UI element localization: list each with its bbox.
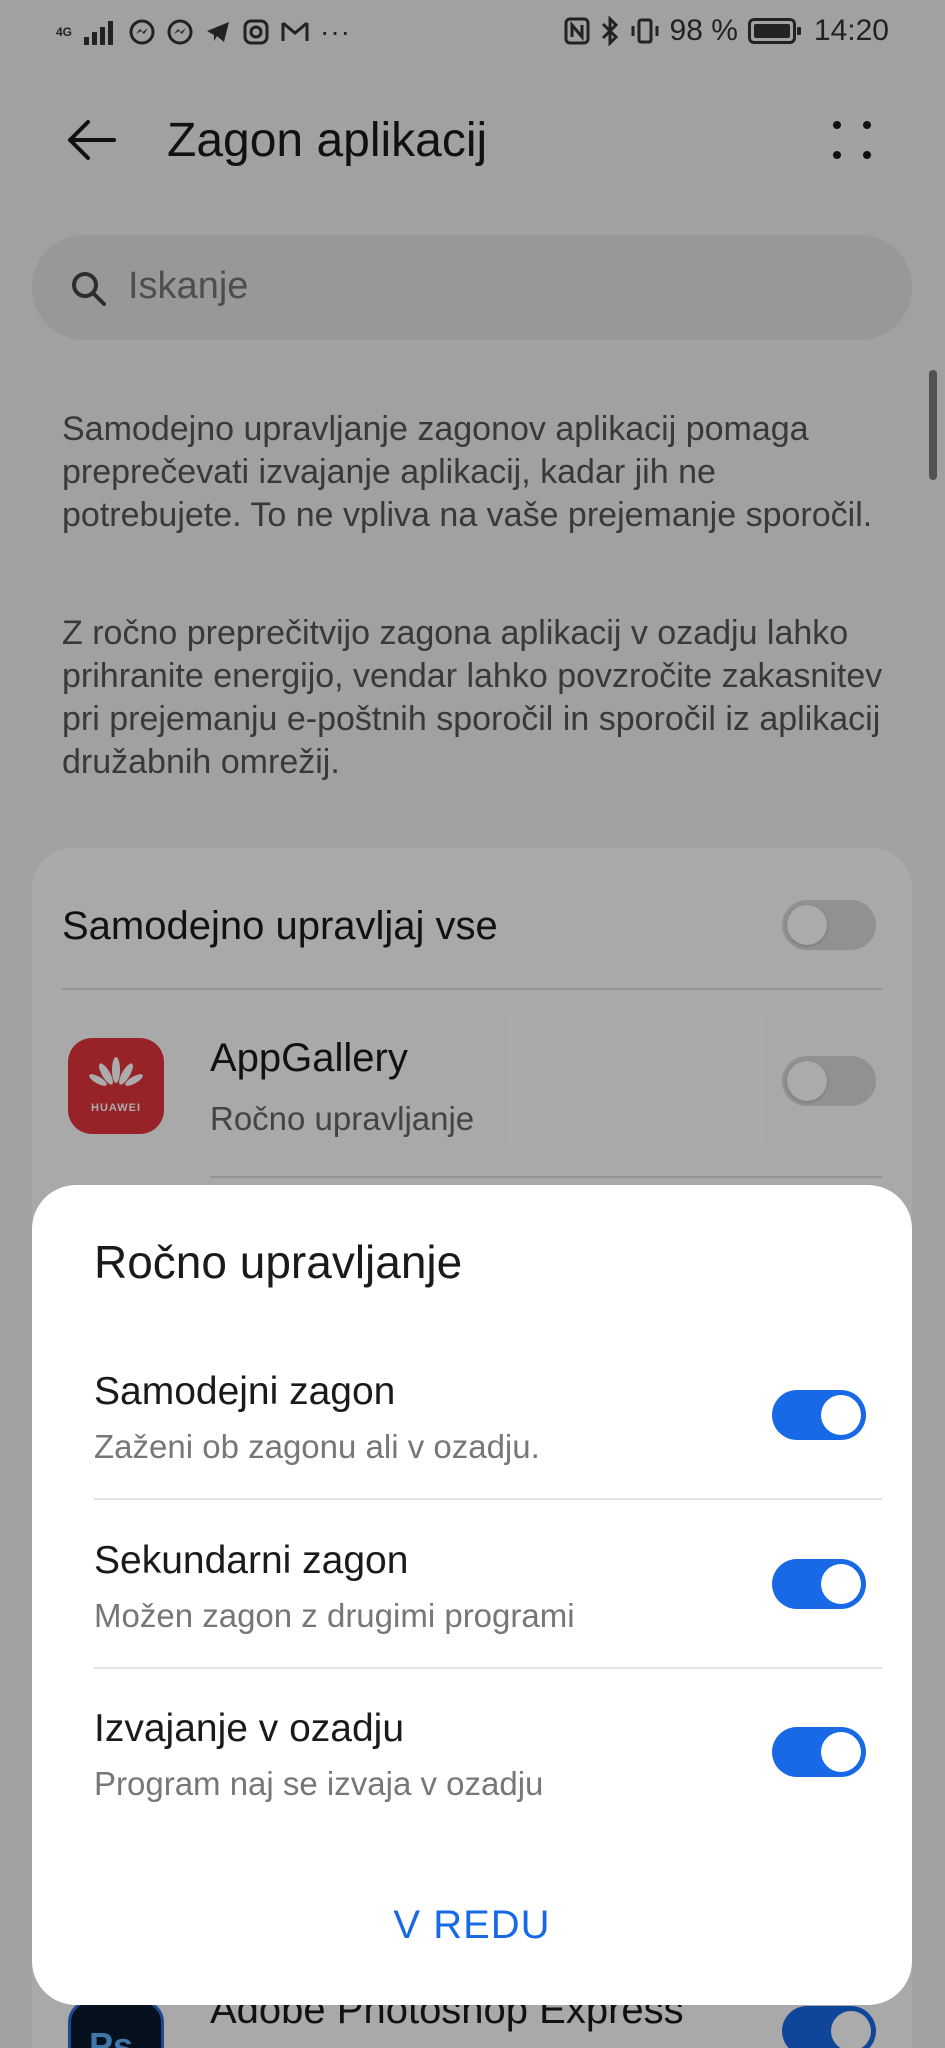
auto-launch-toggle[interactable] [772, 1390, 866, 1440]
option-subtitle: Zaženi ob zagonu ali v ozadju. [94, 1428, 540, 1465]
dialog-title: Ročno upravljanje [94, 1236, 463, 1288]
option-title: Sekundarni zagon [94, 1539, 409, 1582]
option-run-in-background[interactable]: Izvajanje v ozadju Program naj se izvaja… [94, 1707, 874, 1857]
divider [94, 1498, 882, 1500]
option-title: Samodejni zagon [94, 1370, 396, 1413]
option-subtitle: Možen zagon z drugimi programi [94, 1597, 575, 1634]
secondary-launch-toggle[interactable] [772, 1559, 866, 1609]
option-title: Izvajanje v ozadju [94, 1707, 405, 1750]
divider [94, 1667, 882, 1669]
app-launch-screen: 4G ··· 98 % 14:20 Zagon aplikacij Iskanj… [0, 0, 945, 2048]
ok-button[interactable]: V REDU [332, 1885, 612, 1965]
option-subtitle: Program naj se izvaja v ozadju [94, 1765, 544, 1802]
run-in-background-toggle[interactable] [772, 1727, 866, 1777]
manual-management-dialog: Ročno upravljanje Samodejni zagon Zaženi… [32, 1185, 912, 2005]
